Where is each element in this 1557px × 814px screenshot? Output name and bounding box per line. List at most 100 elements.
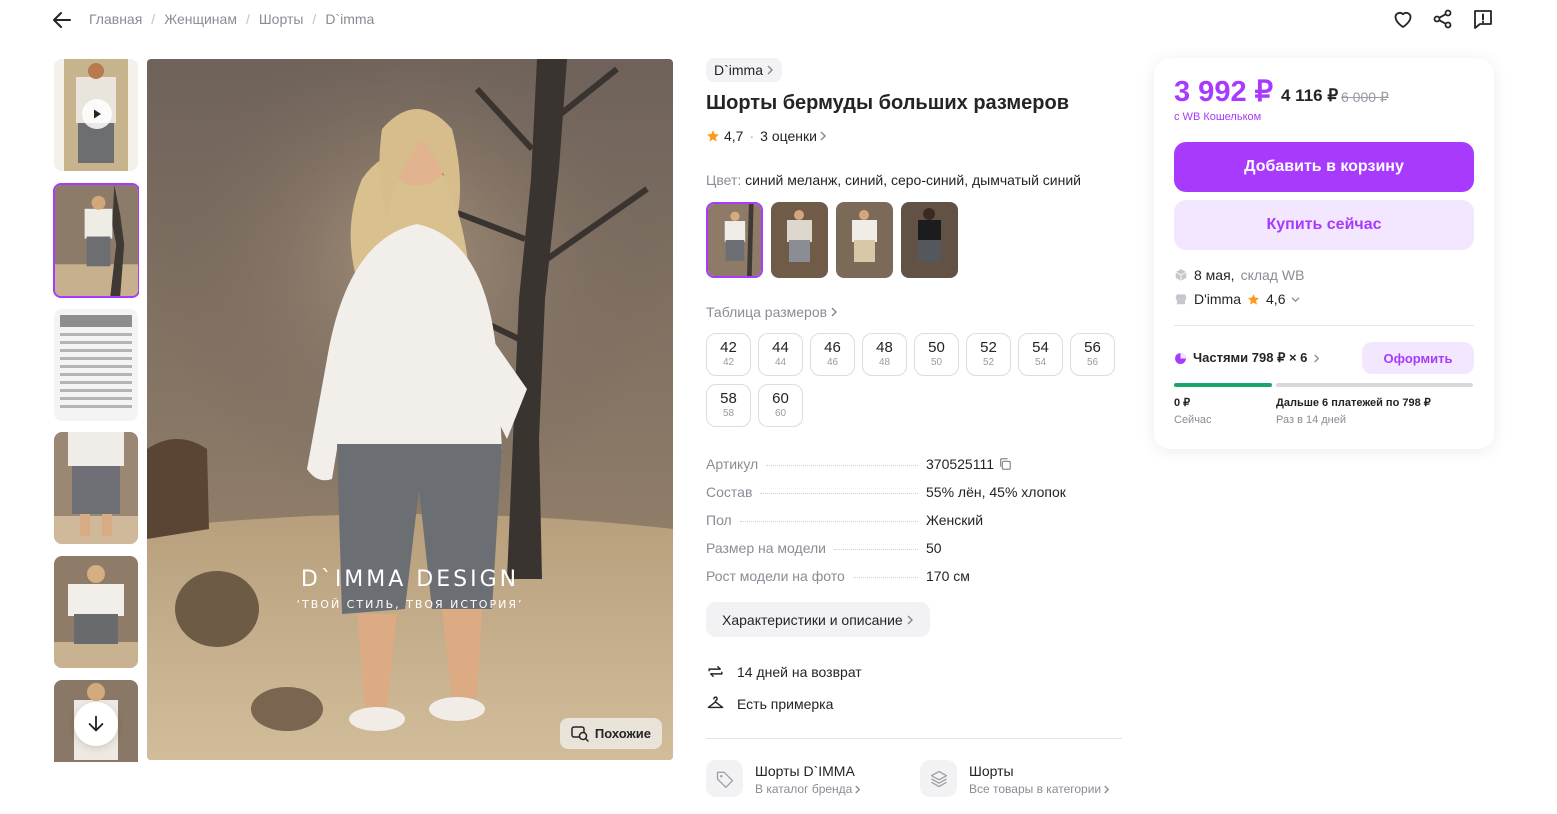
size-option[interactable]: 50 50 — [914, 333, 959, 376]
order-installments-button[interactable]: Оформить — [1362, 342, 1474, 374]
chevron-right-icon — [820, 131, 826, 141]
regular-price: 4 116 ₽ — [1281, 86, 1339, 105]
star-icon — [1247, 293, 1260, 305]
thumbnail-photo-3[interactable] — [54, 432, 138, 544]
chevron-right-icon — [907, 614, 913, 625]
color-swatch-4[interactable] — [901, 202, 958, 278]
breadcrumb: Главная / Женщинам / Шорты / D`imma — [89, 11, 375, 27]
brand-chip[interactable]: D`imma — [706, 58, 782, 82]
product-photo — [147, 59, 673, 760]
thumbnail-photo-1[interactable] — [53, 183, 139, 298]
main-product-photo[interactable]: D`IMMA DESIGN ‘ТВОЙ СТИЛЬ, ТВОЯ ИСТОРИЯ’… — [147, 59, 673, 760]
spec-row-model-size: Размер на модели 50 — [706, 540, 942, 556]
thumbnail-size-chart[interactable] — [54, 309, 138, 421]
product-rating: 4,7 · 3 оценки — [706, 128, 827, 144]
breadcrumb-shorts[interactable]: Шорты — [259, 11, 304, 27]
color-swatch-1[interactable] — [706, 202, 763, 278]
progress-remaining — [1276, 383, 1473, 387]
box-icon — [1175, 269, 1187, 281]
arrow-down-icon — [88, 715, 104, 732]
seller-info[interactable]: D'imma 4,6 — [1174, 291, 1300, 307]
heart-icon[interactable] — [1391, 7, 1415, 31]
spec-row-gender: Пол Женский — [706, 512, 984, 528]
size-option[interactable]: 44 44 — [758, 333, 803, 376]
size-selector: 42 42 44 44 46 46 48 48 50 50 52 52 54 54 56 56 … — [706, 333, 1126, 427]
size-option[interactable]: 46 46 — [810, 333, 855, 376]
brand-catalog-link[interactable]: Шорты D`IMMA В каталог бренда — [706, 760, 861, 797]
shop-icon — [1175, 294, 1187, 305]
size-option[interactable]: 52 52 — [966, 333, 1011, 376]
plan-next-label: Раз в 14 дней — [1276, 414, 1347, 426]
layers-icon — [920, 760, 957, 797]
back-arrow-icon[interactable] — [50, 8, 74, 32]
plan-now-amount: 0 ₽ — [1174, 397, 1191, 409]
breadcrumb-brand[interactable]: D`imma — [325, 11, 374, 27]
chevron-right-icon — [831, 307, 838, 317]
add-to-cart-button[interactable]: Добавить в корзину — [1174, 142, 1474, 192]
chevron-right-icon — [1104, 785, 1110, 793]
spec-row-article: Артикул 370525111 — [706, 456, 1122, 484]
return-info: 14 дней на возврат — [706, 662, 862, 681]
divider — [706, 738, 1122, 739]
breadcrumb-women[interactable]: Женщинам — [164, 11, 237, 27]
size-table-link[interactable]: Таблица размеров — [706, 304, 838, 320]
share-icon[interactable] — [1431, 7, 1455, 31]
top-actions — [1391, 7, 1495, 31]
star-icon — [707, 130, 719, 142]
similar-search-icon — [571, 725, 589, 742]
thumbnail-video[interactable] — [54, 59, 138, 171]
return-icon — [708, 666, 723, 677]
delivery-warehouse: склад WB — [1240, 267, 1305, 283]
report-icon[interactable] — [1471, 7, 1495, 31]
fitting-info: Есть примерка — [706, 694, 833, 713]
color-info: Цвет: синий меланж, синий, серо-синий, д… — [706, 172, 1081, 188]
size-option[interactable]: 54 54 — [1018, 333, 1063, 376]
pie-icon — [1175, 352, 1186, 364]
thumbnail-list — [53, 59, 139, 762]
copy-icon[interactable] — [998, 457, 1012, 471]
old-price: 6 000 ₽ — [1341, 89, 1389, 105]
similar-label: Похожие — [594, 726, 651, 741]
chevron-right-icon — [855, 785, 861, 793]
tag-icon — [706, 760, 743, 797]
color-swatches — [706, 202, 958, 278]
size-option[interactable]: 58 58 — [706, 384, 751, 427]
product-title: Шорты бермуды больших размеров — [706, 92, 1070, 114]
buy-now-button[interactable]: Купить сейчас — [1174, 200, 1474, 250]
plan-next-amount: Дальше 6 платежей по 798 ₽ — [1276, 397, 1431, 409]
characteristics-button[interactable]: Характеристики и описание — [706, 602, 930, 637]
chevron-right-icon — [1314, 354, 1320, 362]
plan-now-label: Сейчас — [1174, 414, 1212, 426]
color-value: синий меланж, синий, серо-синий, дымчаты… — [745, 172, 1081, 188]
spec-row-composition: Состав 55% лён, 45% хлопок — [706, 484, 1066, 500]
breadcrumb-home[interactable]: Главная — [89, 11, 142, 27]
color-swatch-2[interactable] — [771, 202, 828, 278]
watermark-subtitle: ‘ТВОЙ СТИЛЬ, ТВОЯ ИСТОРИЯ’ — [296, 598, 524, 611]
spec-row-model-height: Рост модели на фото 170 см — [706, 568, 970, 584]
thumbnail-photo-4[interactable] — [54, 556, 138, 668]
brand-name: D`imma — [714, 62, 763, 78]
reviews-link[interactable]: 3 оценки — [760, 128, 827, 144]
watermark-title: D`IMMA DESIGN — [300, 567, 520, 592]
seller-name: D'imma — [1194, 291, 1242, 307]
category-link[interactable]: Шорты Все товары в категории — [920, 760, 1110, 797]
price-card: 3 992 ₽ 4 116 ₽ 6 000 ₽ с WB Кошельком Д… — [1154, 58, 1494, 449]
hanger-icon — [707, 696, 724, 709]
scroll-down-button[interactable] — [74, 702, 118, 746]
product-specs: Артикул 370525111 Состав 55% лён, 45% хло… — [706, 456, 1122, 596]
chevron-down-icon — [1292, 296, 1300, 302]
similar-button[interactable]: Похожие — [559, 718, 662, 749]
size-option[interactable]: 60 60 — [758, 384, 803, 427]
rating-value: 4,7 — [724, 128, 744, 144]
wallet-price: 3 992 ₽ — [1174, 76, 1274, 108]
color-label: Цвет: — [706, 172, 742, 188]
progress-paid — [1174, 383, 1272, 387]
installments-link[interactable]: Частями 798 ₽ × 6 — [1174, 350, 1320, 366]
size-option[interactable]: 48 48 — [862, 333, 907, 376]
chevron-right-icon — [767, 65, 774, 75]
size-option[interactable]: 56 56 — [1070, 333, 1115, 376]
delivery-date: 8 мая, — [1194, 267, 1235, 283]
size-option[interactable]: 42 42 — [706, 333, 751, 376]
color-swatch-3[interactable] — [836, 202, 893, 278]
seller-rating: 4,6 — [1266, 291, 1286, 307]
